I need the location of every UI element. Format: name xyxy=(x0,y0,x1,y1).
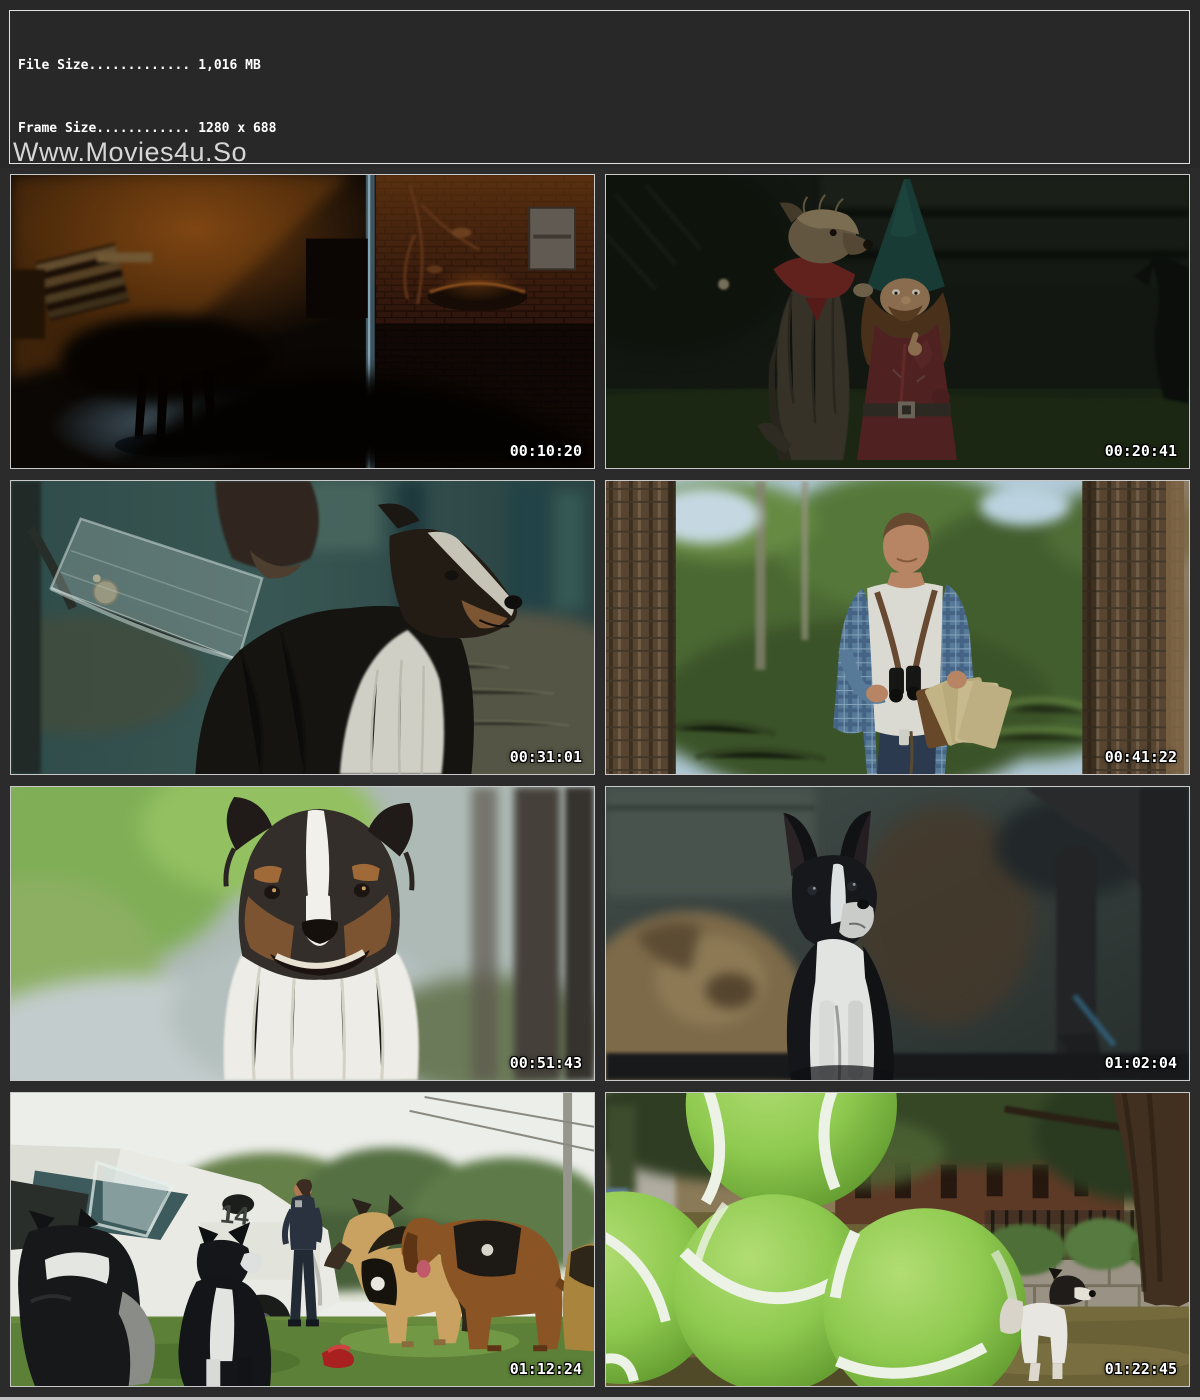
timestamp-overlay: 00:51:43 xyxy=(510,1054,582,1072)
site-watermark: Www.Movies4u.So xyxy=(13,139,247,166)
forest-man-scene xyxy=(606,481,1189,774)
info-row-filesize: File Size............. 1,016 MB xyxy=(18,55,276,76)
movie-frame-5: 00:51:43 xyxy=(10,786,595,1081)
boston-terrier-scene xyxy=(606,787,1189,1080)
timestamp-overlay: 01:12:24 xyxy=(510,1360,582,1378)
tennis-balls-scene xyxy=(606,1093,1189,1386)
movie-frame-6: 01:02:04 xyxy=(605,786,1190,1081)
movie-frame-8: 01:22:45 xyxy=(605,1092,1190,1387)
media-info-panel: File Size............. 1,016 MB Frame Siz… xyxy=(0,0,1200,168)
timestamp-overlay: 01:02:04 xyxy=(1105,1054,1177,1072)
timestamp-overlay: 01:22:45 xyxy=(1105,1360,1177,1378)
timestamp-overlay: 00:41:22 xyxy=(1105,748,1177,766)
barn-cone-scene xyxy=(11,481,594,774)
timestamp-overlay: 00:31:01 xyxy=(510,748,582,766)
screenshot-grid: 00:10:20 xyxy=(10,174,1190,1387)
info-label: Frame Size............ xyxy=(18,121,190,136)
garden-gnome-scene xyxy=(606,175,1189,468)
movie-frame-3: 00:31:01 xyxy=(10,480,595,775)
screenshot-sheet: File Size............. 1,016 MB Frame Siz… xyxy=(0,0,1200,1400)
timestamp-overlay: 00:20:41 xyxy=(1105,442,1177,460)
smiling-dog-scene xyxy=(11,787,594,1080)
info-value: 1,016 MB xyxy=(198,58,261,73)
movie-frame-1: 00:10:20 xyxy=(10,174,595,469)
movie-frame-7: 14 xyxy=(10,1092,595,1387)
dark-alley-scene xyxy=(11,175,594,468)
k9-van-scene: 14 xyxy=(11,1093,594,1386)
info-value: 1280 x 688 xyxy=(198,121,276,136)
info-row-framesize: Frame Size............ 1280 x 688 xyxy=(18,118,276,139)
movie-frame-2: 00:20:41 xyxy=(605,174,1190,469)
info-label: File Size............. xyxy=(18,58,190,73)
timestamp-overlay: 00:10:20 xyxy=(510,442,582,460)
movie-frame-4: 00:41:22 xyxy=(605,480,1190,775)
